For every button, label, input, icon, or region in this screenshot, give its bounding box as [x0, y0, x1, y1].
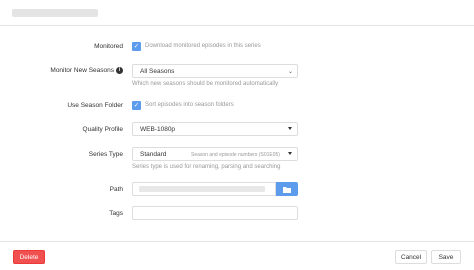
series-type-value: Standard — [140, 151, 167, 158]
check-icon: ✓ — [133, 43, 140, 50]
quality-profile-value: WEB-1080p — [140, 126, 176, 133]
save-button[interactable]: Save — [431, 250, 461, 264]
path-label: Path — [109, 186, 123, 193]
info-icon[interactable]: i — [116, 67, 123, 74]
browse-folder-button[interactable] — [276, 182, 298, 196]
monitor-new-seasons-select[interactable]: All Seasons ⌄ — [132, 64, 298, 78]
use-season-folder-checkbox-text: Sort episodes into season folders — [145, 102, 234, 108]
monitored-label: Monitored — [94, 43, 123, 50]
modal-header — [0, 0, 474, 26]
folder-icon — [283, 186, 291, 193]
quality-profile-select[interactable]: WEB-1080p — [132, 122, 298, 136]
caret-down-icon — [288, 152, 292, 155]
path-value-placeholder — [139, 186, 265, 192]
monitored-checkbox[interactable]: ✓ — [132, 42, 141, 51]
monitored-checkbox-text: Download monitored episodes in this seri… — [145, 43, 261, 49]
series-type-label: Series Type — [88, 151, 123, 158]
use-season-folder-checkbox[interactable]: ✓ — [132, 101, 141, 110]
chevron-down-icon: ⌄ — [287, 68, 293, 75]
series-type-value-hint: Season and episode numbers (S01E05) — [191, 151, 280, 158]
monitor-new-seasons-help: Which new seasons should be monitored au… — [132, 81, 279, 87]
path-input[interactable] — [132, 182, 276, 196]
delete-button[interactable]: Delete — [13, 250, 45, 264]
series-type-select[interactable]: Standard Season and episode numbers (S01… — [132, 147, 298, 161]
modal-title-placeholder — [12, 9, 98, 17]
use-season-folder-label: Use Season Folder — [67, 102, 123, 109]
monitor-new-seasons-value: All Seasons — [140, 68, 175, 75]
monitor-new-seasons-label: Monitor New Seasons — [50, 67, 114, 74]
check-icon: ✓ — [133, 102, 140, 109]
tags-input[interactable] — [132, 206, 298, 220]
cancel-button[interactable]: Cancel — [395, 250, 427, 264]
tags-label: Tags — [109, 210, 123, 217]
series-type-help: Series type is used for renaming, parsin… — [132, 164, 281, 170]
quality-profile-label: Quality Profile — [82, 126, 123, 133]
caret-down-icon — [288, 127, 292, 130]
